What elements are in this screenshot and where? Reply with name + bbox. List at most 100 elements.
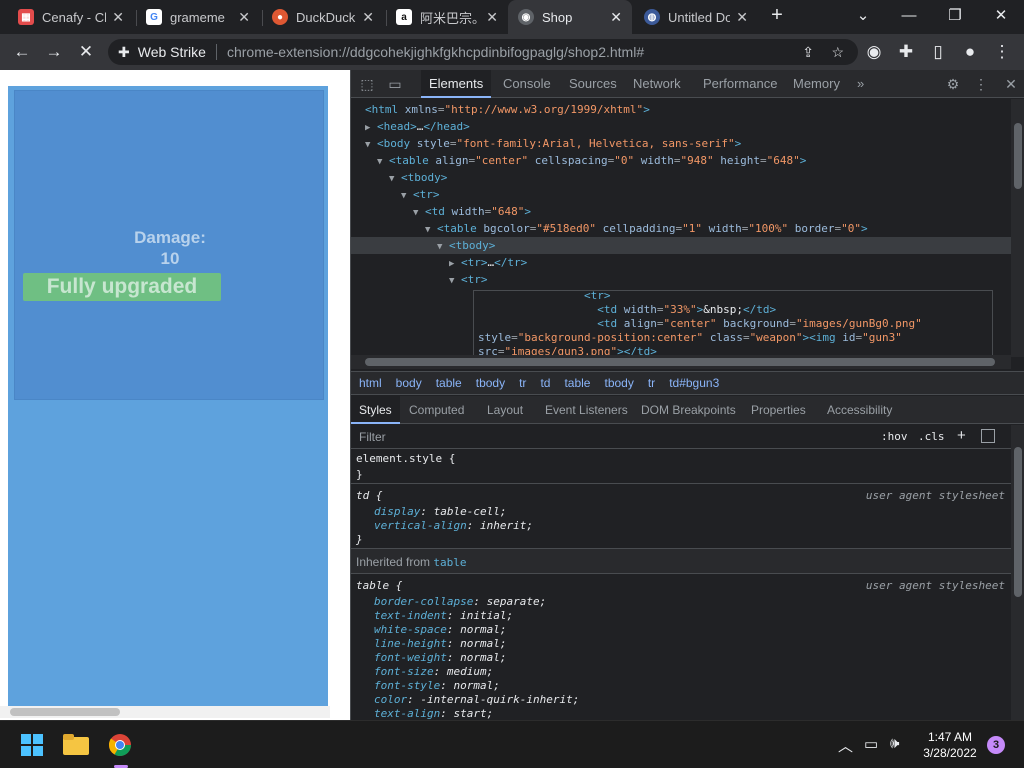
css-property[interactable]: font-style: normal;	[374, 679, 500, 693]
breadcrumb-item[interactable]: table	[436, 376, 462, 390]
styles-vertical-scrollbar[interactable]	[1011, 425, 1024, 720]
element-style-open[interactable]: element.style {	[356, 452, 455, 466]
devtools-menu-icon[interactable]: ⋮	[971, 74, 991, 94]
breadcrumb-item[interactable]: table	[564, 376, 590, 390]
browser-tab[interactable]: ▦ Cenafy - Ch ✕	[8, 0, 134, 34]
styles-tab-properties[interactable]: Properties	[743, 396, 814, 424]
show-hidden-icons-chevron-icon[interactable]: ︿	[838, 735, 853, 756]
dom-node-line[interactable]: ▼ <table bgcolor="#518ed0" cellpadding="1…	[351, 220, 868, 237]
filter-input[interactable]: Filter	[359, 430, 386, 444]
side-panel-icon[interactable]: ▯	[926, 40, 950, 64]
close-tab-icon[interactable]: ✕	[362, 9, 374, 26]
url-text[interactable]: chrome-extension://ddgcohekjighkfgkhcpdi…	[227, 44, 644, 60]
dom-node-line[interactable]: ▼ <body style="font-family:Arial, Helveti…	[351, 135, 741, 152]
extension-chip[interactable]: ✚ Web Strike	[118, 44, 206, 61]
browser-tab-active[interactable]: ◉ Shop ✕	[508, 0, 632, 34]
css-property[interactable]: vertical-align: inherit;	[374, 519, 533, 533]
bookmark-star-icon[interactable]: ☆	[831, 44, 844, 61]
css-property[interactable]: border-collapse: separate;	[374, 595, 546, 609]
breadcrumb-item[interactable]: tr	[648, 376, 655, 390]
forward-icon[interactable]: →	[42, 40, 66, 64]
minimize-icon[interactable]: —	[886, 0, 932, 30]
css-property[interactable]: text-indent: initial;	[374, 609, 513, 623]
css-property[interactable]: color: -internal-quirk-inherit;	[374, 693, 579, 707]
start-windows-icon[interactable]	[18, 731, 46, 759]
css-property[interactable]: line-height: normal;	[374, 637, 506, 651]
tab-console[interactable]: Console	[495, 70, 559, 98]
upgrade-status-button[interactable]: Fully upgraded	[23, 273, 221, 301]
breadcrumb-item[interactable]: body	[396, 376, 422, 390]
close-tab-icon[interactable]: ✕	[112, 9, 124, 26]
page-horizontal-scrollbar[interactable]	[0, 706, 330, 718]
more-tabs-icon[interactable]: »	[849, 70, 872, 98]
css-property[interactable]: font-weight: normal;	[374, 651, 506, 665]
tab-elements[interactable]: Elements	[421, 70, 492, 98]
browser-tab[interactable]: a 阿米巴宗。 ✕	[386, 0, 508, 34]
dom-node-line[interactable]: ▼ <tr>	[351, 186, 440, 203]
weapon-card[interactable]: Damage: 10 Fully upgraded	[14, 90, 324, 400]
breadcrumb-item[interactable]: html	[359, 376, 382, 390]
css-property[interactable]: font-size: medium;	[374, 665, 493, 679]
dom-node-line[interactable]: ▼ <table align="center" cellspacing="0" w…	[351, 152, 806, 169]
styles-tab-dom-breakpoints[interactable]: DOM Breakpoints	[633, 396, 744, 424]
browser-tab[interactable]: ● DuckDuck ✕	[262, 0, 384, 34]
edit-html-popup[interactable]: <tr> <td width="33%">&nbsp;</td> <td ali…	[473, 290, 993, 356]
close-tab-icon[interactable]: ✕	[238, 9, 250, 26]
breadcrumb-item[interactable]: tbody	[476, 376, 505, 390]
chrome-icon[interactable]	[106, 731, 134, 759]
breadcrumb-item[interactable]: tbody	[604, 376, 633, 390]
close-window-icon[interactable]: ✕	[978, 0, 1024, 30]
styles-tab-accessibility[interactable]: Accessibility	[819, 396, 900, 424]
dom-node-line[interactable]: <html xmlns="http://www.w3.org/1999/xhtm…	[351, 101, 650, 118]
network-icon[interactable]: ▭	[864, 735, 878, 753]
back-icon[interactable]: ←	[10, 40, 34, 64]
tab-search-icon[interactable]: ⌄	[840, 0, 886, 30]
settings-gear-icon[interactable]: ⚙	[943, 74, 963, 94]
address-bar[interactable]: ✚ Web Strike chrome-extension://ddgcohek…	[108, 39, 858, 65]
browser-tab[interactable]: G grameme ✕	[136, 0, 260, 34]
cls-toggle[interactable]: .cls	[918, 430, 945, 443]
device-toolbar-icon[interactable]: ▭	[385, 74, 405, 94]
dom-node-line[interactable]: ▶ <tr>…</tr>	[351, 254, 527, 271]
tab-sources[interactable]: Sources	[561, 70, 625, 98]
elements-vertical-scrollbar[interactable]	[1011, 99, 1024, 357]
tab-network[interactable]: Network	[625, 70, 689, 98]
inherited-tag-link[interactable]: table	[433, 556, 466, 569]
extension-icon[interactable]: ◉	[862, 40, 886, 64]
hov-toggle[interactable]: :hov	[881, 430, 908, 443]
profile-avatar-icon[interactable]: ●	[958, 40, 982, 64]
volume-icon[interactable]: 🕪	[890, 735, 899, 752]
clock[interactable]: 1:47 AM 3/28/2022	[918, 729, 982, 761]
toggle-sidebar-icon[interactable]	[981, 429, 995, 443]
extensions-puzzle-icon[interactable]: ✚	[894, 40, 918, 64]
close-devtools-icon[interactable]: ✕	[1001, 74, 1021, 94]
elements-horizontal-scrollbar[interactable]	[351, 355, 1011, 369]
styles-tab-styles[interactable]: Styles	[351, 396, 400, 424]
css-property[interactable]: text-align: start;	[374, 707, 493, 720]
restore-icon[interactable]: ❐	[932, 0, 978, 30]
dom-node-line[interactable]: ▼ <tbody>	[351, 237, 1011, 254]
styles-tab-computed[interactable]: Computed	[401, 396, 472, 424]
browser-tab[interactable]: ◍ Untitled Do ✕	[634, 0, 758, 34]
file-explorer-icon[interactable]	[62, 731, 90, 759]
dom-node-line[interactable]: ▼ <tr>	[351, 271, 488, 288]
dom-node-line[interactable]: ▶ <head>…</head>	[351, 118, 470, 135]
share-icon[interactable]: ⇪	[802, 44, 814, 61]
close-tab-icon[interactable]: ✕	[610, 9, 622, 26]
breadcrumb-item[interactable]: td#bgun3	[669, 376, 719, 390]
notification-badge[interactable]: 3	[987, 736, 1005, 754]
styles-tab-event-listeners[interactable]: Event Listeners	[537, 396, 636, 424]
dom-node-line[interactable]: ▼ <td width="648">	[351, 203, 531, 220]
new-rule-plus-icon[interactable]: +	[957, 427, 966, 444]
css-property[interactable]: white-space: normal;	[374, 623, 506, 637]
tab-performance[interactable]: Performance	[695, 70, 785, 98]
breadcrumb-item[interactable]: td	[540, 376, 550, 390]
menu-dots-icon[interactable]: ⋮	[990, 40, 1014, 64]
close-tab-icon[interactable]: ✕	[486, 9, 498, 26]
inspect-element-icon[interactable]: ⬚	[357, 74, 377, 94]
stop-loading-icon[interactable]: ✕	[74, 40, 98, 64]
tab-memory[interactable]: Memory	[785, 70, 848, 98]
collapse-arrow-icon[interactable]: ▼	[449, 273, 461, 290]
css-property[interactable]: display: table-cell;	[374, 505, 506, 519]
dom-node-line[interactable]: ▼ <tbody>	[351, 169, 447, 186]
